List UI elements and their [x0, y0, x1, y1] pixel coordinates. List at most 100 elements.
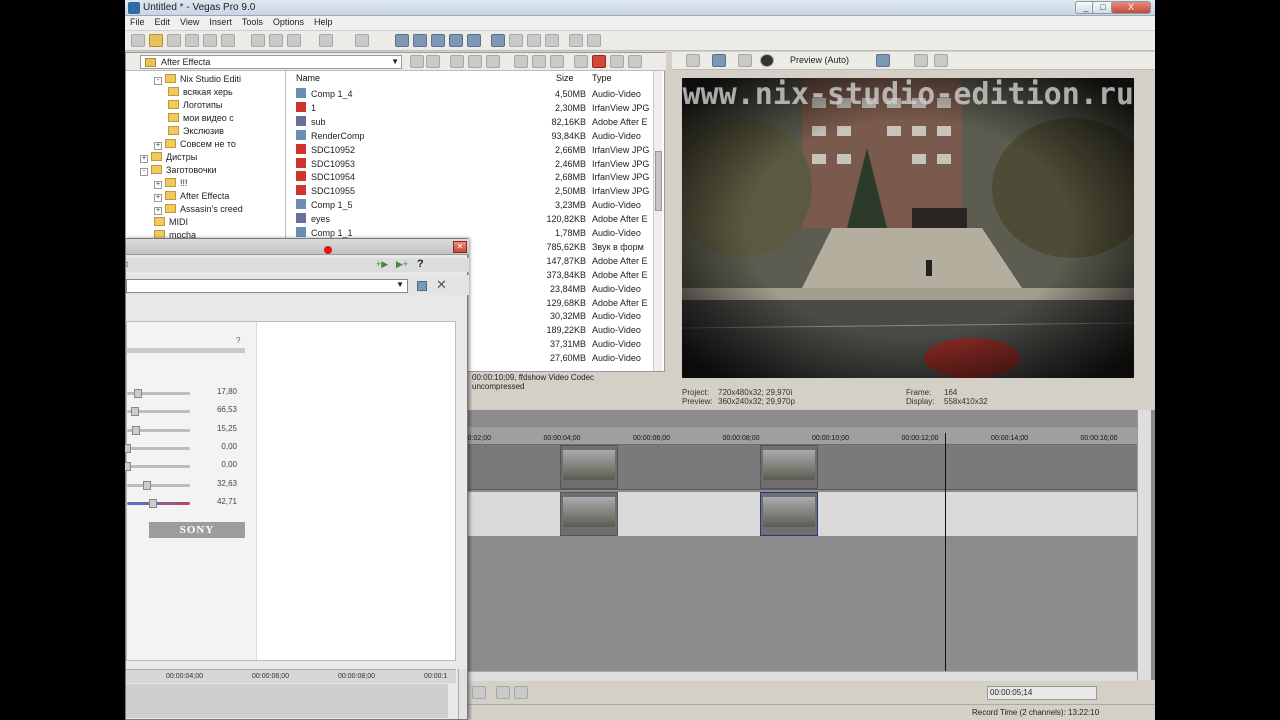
- file-row[interactable]: Comp 1_5 3,23MB Audio-Video: [296, 198, 650, 212]
- slider-thumb[interactable]: [132, 425, 141, 435]
- plugin-chain-icon[interactable]: ▶+: [396, 259, 408, 270]
- timeline-vscroll[interactable]: [1137, 410, 1151, 680]
- undo-icon[interactable]: [319, 34, 333, 47]
- file-row[interactable]: SDC10955 2,50MB IrfanView JPG: [296, 184, 650, 198]
- panel-help-icon[interactable]: ?: [236, 336, 240, 345]
- column-size-header[interactable]: Size: [556, 73, 574, 85]
- tree-item[interactable]: + Assasin's creed: [154, 203, 243, 216]
- slider-thumb[interactable]: [143, 480, 152, 490]
- timeline-ruler[interactable]: 00:00:02;00 00:00:04;00 00:00:06;00 00:00:0…: [454, 427, 1138, 445]
- tree-item[interactable]: +!!!: [154, 177, 188, 190]
- copy-icon[interactable]: [269, 34, 283, 47]
- stop-icon[interactable]: [472, 686, 486, 699]
- get-media-icon[interactable]: [574, 55, 588, 68]
- tree-item[interactable]: мои видео с: [168, 112, 234, 125]
- tree-item[interactable]: Логотипы: [168, 99, 222, 112]
- file-row[interactable]: sub 82,16KB Adobe After E: [296, 115, 650, 129]
- slider-track[interactable]: [125, 462, 190, 472]
- slider-track[interactable]: [125, 443, 190, 453]
- tree-item[interactable]: - Заготовочки: [140, 164, 217, 177]
- expand-toggle-icon[interactable]: +: [154, 181, 162, 189]
- video-clip[interactable]: [760, 445, 818, 489]
- plugin-tab-fragment[interactable]: t: [126, 260, 128, 269]
- properties-icon[interactable]: [221, 34, 235, 47]
- parameter-slider[interactable]: 66,53: [127, 405, 245, 417]
- split-screen-icon[interactable]: [738, 54, 752, 67]
- expand-toggle-icon[interactable]: +: [140, 155, 148, 163]
- tree-item[interactable]: Экслюзив: [168, 125, 224, 138]
- parameter-slider[interactable]: 17,80: [127, 387, 245, 398]
- parameter-slider[interactable]: 32,63: [127, 479, 245, 490]
- search-icon[interactable]: [610, 55, 624, 68]
- new-folder-icon[interactable]: [450, 55, 464, 68]
- go-to-start-icon[interactable]: [496, 686, 510, 699]
- column-type-header[interactable]: Type: [592, 73, 612, 85]
- save-icon[interactable]: [167, 34, 181, 47]
- zoom-tool-icon[interactable]: [449, 34, 463, 47]
- parameter-slider[interactable]: 0,00: [125, 442, 245, 453]
- menu-item-tools[interactable]: Tools: [237, 16, 268, 28]
- cut-icon[interactable]: [251, 34, 265, 47]
- menu-item-options[interactable]: Options: [268, 16, 309, 28]
- menu-item-view[interactable]: View: [175, 16, 204, 28]
- video-clip-selected[interactable]: [760, 492, 818, 536]
- parameter-slider[interactable]: 0,00: [125, 460, 245, 472]
- tree-item[interactable]: MIDI: [154, 216, 188, 229]
- refresh-icon[interactable]: [426, 55, 440, 68]
- tree-item[interactable]: + Дистры: [140, 151, 197, 164]
- menu-item-file[interactable]: File: [125, 16, 150, 28]
- start-preview-icon[interactable]: [514, 55, 528, 68]
- add-plugin-icon[interactable]: +▶: [376, 259, 388, 270]
- expand-toggle-icon[interactable]: +: [154, 194, 162, 202]
- project-properties-icon[interactable]: [686, 54, 700, 67]
- file-row[interactable]: Comp 1_4 4,50MB Audio-Video: [296, 87, 650, 101]
- remove-icon[interactable]: [592, 55, 606, 68]
- up-folder-icon[interactable]: [410, 55, 424, 68]
- new-icon[interactable]: [131, 34, 145, 47]
- close-icon[interactable]: ✕: [453, 241, 467, 253]
- go-to-end-icon[interactable]: [514, 686, 528, 699]
- menu-item-edit[interactable]: Edit: [150, 16, 176, 28]
- save-snapshot-icon[interactable]: [934, 54, 948, 67]
- slider-track[interactable]: [127, 425, 190, 435]
- auto-preview-icon[interactable]: [550, 55, 564, 68]
- expand-toggle-icon[interactable]: -: [154, 77, 162, 85]
- online-help-icon[interactable]: [569, 34, 583, 47]
- plugin-title-bar[interactable]: ✕: [126, 239, 469, 255]
- slider-thumb[interactable]: [131, 407, 140, 417]
- slider-track[interactable]: [127, 389, 190, 398]
- expand-toggle-icon[interactable]: +: [154, 142, 162, 150]
- preset-dropdown[interactable]: ▼: [126, 279, 408, 293]
- open-icon[interactable]: [149, 34, 163, 47]
- file-row[interactable]: 1 2,30MB IrfanView JPG: [296, 101, 650, 115]
- overlays-icon[interactable]: [876, 54, 890, 67]
- preview-quality-icon[interactable]: [760, 54, 774, 67]
- video-clip[interactable]: [560, 445, 618, 489]
- slider-thumb[interactable]: [125, 462, 131, 472]
- expand-toggle-icon[interactable]: -: [140, 168, 148, 176]
- envelope-tool-icon[interactable]: [413, 34, 427, 47]
- column-name-header[interactable]: Name: [296, 73, 320, 85]
- video-track-2[interactable]: [468, 492, 1138, 537]
- slider-thumb[interactable]: [125, 443, 131, 453]
- menu-item-help[interactable]: Help: [309, 16, 338, 28]
- copy-snapshot-icon[interactable]: [914, 54, 928, 67]
- parameter-slider[interactable]: 15,25: [127, 424, 245, 435]
- expand-toggle-icon[interactable]: +: [154, 207, 162, 215]
- redo-icon[interactable]: [355, 34, 369, 47]
- menu-item-insert[interactable]: Insert: [204, 16, 237, 28]
- preview-quality-label[interactable]: Preview (Auto): [790, 55, 849, 65]
- normal-edit-tool-icon[interactable]: [395, 34, 409, 47]
- paste-icon[interactable]: [287, 34, 301, 47]
- lock-envelopes-icon[interactable]: [527, 34, 541, 47]
- render-icon[interactable]: [203, 34, 217, 47]
- whats-this-icon[interactable]: [587, 34, 601, 47]
- external-monitor-icon[interactable]: [712, 54, 726, 67]
- ripple-edit-icon[interactable]: [467, 34, 481, 47]
- ignore-grouping-icon[interactable]: [545, 34, 559, 47]
- video-clip[interactable]: [560, 492, 618, 536]
- file-row[interactable]: SDC10953 2,46MB IrfanView JPG: [296, 157, 650, 171]
- slider-thumb[interactable]: [133, 389, 142, 398]
- save-preset-icon[interactable]: [417, 281, 427, 291]
- timeline-hscroll[interactable]: [468, 671, 1138, 681]
